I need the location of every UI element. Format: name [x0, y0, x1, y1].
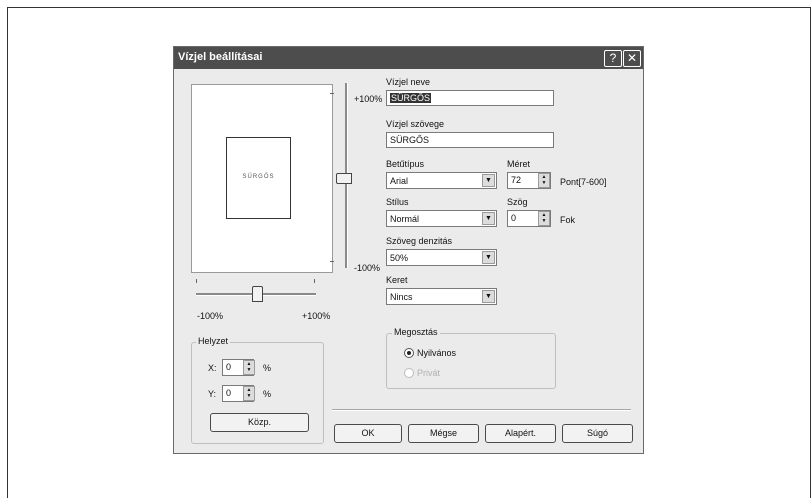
name-label: Vízjel neve [386, 77, 431, 87]
vslider-bottom-label: -100% [354, 263, 381, 273]
preview-pane: SÜRGŐS [191, 84, 333, 273]
private-label[interactable]: Privát [417, 368, 440, 378]
htick-left [196, 279, 197, 283]
y-unit: % [263, 389, 272, 399]
angle-unit: Fok [560, 215, 576, 225]
hslider-right-label: +100% [302, 311, 331, 321]
vertical-slider-thumb[interactable] [336, 173, 352, 184]
chevron-down-icon: ▼ [482, 251, 495, 264]
y-label: Y: [208, 389, 217, 399]
vertical-tick-top [330, 93, 334, 94]
vslider-top-label: +100% [354, 94, 383, 104]
bottom-separator [332, 409, 631, 411]
public-label[interactable]: Nyilvános [417, 348, 456, 358]
name-input-value: SÜRGŐS [390, 93, 432, 103]
font-select[interactable]: Arial ▼ [386, 172, 497, 189]
text-input[interactable]: SÜRGŐS [386, 132, 554, 148]
hslider-left-label: -100% [197, 311, 224, 321]
chevron-down-icon: ▼ [482, 290, 495, 303]
name-input[interactable]: SÜRGŐS [386, 90, 554, 106]
public-radio[interactable] [404, 348, 414, 358]
preview-watermark-box: SÜRGŐS [226, 137, 291, 219]
font-select-value: Arial [390, 176, 409, 186]
sharing-group-title: Megosztás [392, 327, 440, 337]
style-label: Stílus [386, 197, 409, 207]
cancel-button[interactable]: Mégse [408, 424, 479, 443]
style-select[interactable]: Normál ▼ [386, 210, 497, 227]
x-spin-buttons[interactable]: ▲ ▼ [243, 360, 255, 375]
watermark-settings-dialog: Vízjel beállításai ? ✕ SÜRGŐS +100% -100… [173, 46, 644, 454]
position-group-title: Helyzet [196, 336, 231, 346]
vertical-tick-bottom [330, 261, 334, 262]
font-label: Betűtípus [386, 159, 425, 169]
x-unit: % [263, 363, 272, 373]
density-select-value: 50% [390, 253, 409, 263]
ok-button[interactable]: OK [334, 424, 402, 443]
size-unit: Pont[7-600] [560, 177, 607, 187]
help-icon[interactable]: ? [604, 50, 622, 67]
x-label: X: [208, 363, 217, 373]
title-bar: Vízjel beállításai ? ✕ [174, 47, 643, 69]
default-button[interactable]: Alapért. [485, 424, 556, 443]
chevron-down-icon: ▼ [482, 212, 495, 225]
density-label: Szöveg denzitás [386, 236, 453, 246]
size-label: Méret [507, 159, 531, 169]
angle-spin-buttons[interactable]: ▲ ▼ [538, 211, 550, 226]
angle-label: Szög [507, 197, 528, 207]
style-select-value: Normál [390, 214, 420, 224]
preview-watermark-text: SÜRGŐS [242, 174, 275, 180]
density-select[interactable]: 50% ▼ [386, 249, 497, 266]
help-button[interactable]: Súgó [562, 424, 633, 443]
htick-right [314, 279, 315, 283]
frame-select[interactable]: Nincs ▼ [386, 288, 497, 305]
text-label: Vízjel szövege [386, 119, 445, 129]
frame-select-value: Nincs [390, 292, 413, 302]
sharing-group [386, 333, 556, 389]
private-radio[interactable] [404, 368, 414, 378]
horizontal-slider-thumb[interactable] [252, 286, 263, 302]
chevron-down-icon: ▼ [482, 174, 495, 187]
y-spin-buttons[interactable]: ▲ ▼ [243, 386, 255, 401]
dialog-title: Vízjel beállításai [178, 51, 263, 63]
size-spin-buttons[interactable]: ▲ ▼ [538, 173, 550, 188]
close-icon[interactable]: ✕ [623, 50, 641, 67]
center-button[interactable]: Közp. [210, 413, 309, 432]
frame-label: Keret [386, 275, 408, 285]
